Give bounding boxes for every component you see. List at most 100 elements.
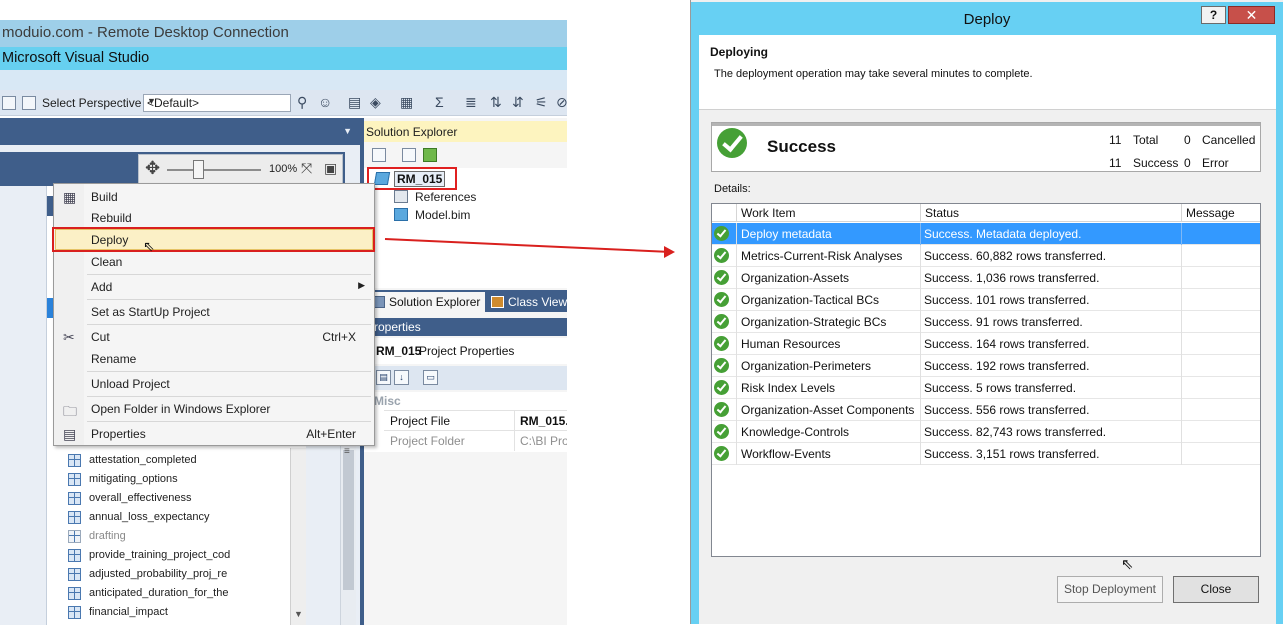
menu-item-add[interactable]: Add ▶	[55, 276, 373, 297]
menu-item-unload[interactable]: Unload Project	[55, 373, 373, 394]
list-item[interactable]: provide_training_project_cod	[65, 546, 290, 565]
sort-asc-icon[interactable]: ⇅	[490, 94, 502, 111]
table-row[interactable]: Organization-Tactical BCs Success. 101 ro…	[712, 289, 1260, 311]
status-cell: Success. 101 rows transferred.	[924, 293, 1090, 307]
scrollbar-thumb[interactable]	[343, 450, 354, 590]
zoom-track[interactable]	[167, 169, 261, 171]
tab-class-view[interactable]: Class View	[487, 292, 567, 312]
annotation-arrow	[384, 238, 675, 258]
scissors-icon: ✂	[63, 329, 75, 345]
dialog-header: Deploying The deployment operation may t…	[699, 35, 1276, 110]
properties-category: Misc	[374, 394, 401, 408]
perspective-select[interactable]: <Default> ▼	[143, 94, 291, 112]
fit-icon[interactable]: ⤧	[301, 160, 312, 177]
sum-icon[interactable]: Σ	[435, 94, 444, 110]
table-row[interactable]: Metrics-Current-Risk Analyses Success. 60…	[712, 245, 1260, 267]
vs-toolbar: Select Perspective <Default> ▼ ⚲ ☺ ▤ ◈ ▦…	[0, 90, 567, 116]
help-button[interactable]: ?	[1201, 6, 1226, 24]
status-cell: Success. 82,743 rows transferred.	[924, 425, 1107, 439]
alphabetical-icon[interactable]: ↓	[394, 370, 409, 385]
perspective-icon[interactable]	[22, 96, 36, 110]
table-row[interactable]: Knowledge-Controls Success. 82,743 rows t…	[712, 421, 1260, 443]
property-row[interactable]: Project File RM_015.	[384, 410, 567, 431]
status-label: Success	[767, 137, 836, 156]
more-icon[interactable]: ⊘	[556, 94, 567, 111]
table-row[interactable]: Deploy metadata Success. Metadata deploye…	[712, 223, 1260, 245]
calc-icon[interactable]: ▦	[400, 94, 413, 111]
designer-header: ▼	[0, 118, 360, 145]
list-item[interactable]: anticipated_duration_for_the	[65, 584, 290, 603]
list-item[interactable]: drafting	[65, 527, 290, 546]
menu-item-build[interactable]: ▦ Build	[55, 186, 373, 207]
menu-item-properties[interactable]: ▤ Properties Alt+Enter	[55, 423, 373, 444]
table-row[interactable]: Risk Index Levels Success. 5 rows transfe…	[712, 377, 1260, 399]
table-row[interactable]: Human Resources Success. 164 rows transfe…	[712, 333, 1260, 355]
zoom-level: 100%	[269, 163, 298, 175]
remote-desktop-titlebar: moduio.com - Remote Desktop Connection	[0, 20, 567, 47]
list-item[interactable]: adjusted_probability_proj_re	[65, 565, 290, 584]
error-label: Error	[1202, 156, 1229, 170]
list-item[interactable]: mitigating_options	[65, 470, 290, 489]
menu-item-rename[interactable]: Rename	[55, 348, 373, 369]
list-item[interactable]: overall_effectiveness	[65, 489, 290, 508]
deployment-summary: Success 11 Total 0 Cancelled 11 Success …	[711, 122, 1261, 172]
work-item-cell: Organization-Tactical BCs	[741, 293, 880, 307]
grip-icon: ≡	[344, 446, 350, 457]
chevron-down-icon[interactable]: ▼	[343, 126, 352, 136]
error-count: 0	[1184, 156, 1191, 170]
user-icon[interactable]: ☺	[318, 94, 332, 110]
table-row[interactable]: Organization-Assets Success. 1,036 rows t…	[712, 267, 1260, 289]
menu-item-cut[interactable]: ✂ Cut Ctrl+X	[55, 326, 373, 347]
status-cell: Success. 3,151 rows transferred.	[924, 447, 1100, 461]
solution-explorer-toolbar	[364, 143, 567, 168]
menu-item-set-startup[interactable]: Set as StartUp Project	[55, 301, 373, 322]
properties-icon: ▤	[63, 426, 77, 442]
deploy-dialog-titlebar: Deploy ? ✕	[691, 2, 1283, 35]
close-button[interactable]: Close	[1173, 576, 1259, 603]
close-icon[interactable]: ✕	[1228, 6, 1275, 24]
menu-item-open-folder[interactable]: 🗀 Open Folder in Windows Explorer	[55, 398, 373, 419]
sort-desc-icon[interactable]: ⇵	[512, 94, 524, 111]
table-row[interactable]: Workflow-Events Success. 3,151 rows trans…	[712, 443, 1260, 465]
column-header-status[interactable]: Status	[921, 204, 1182, 222]
chevron-down-icon[interactable]: ▼	[294, 609, 303, 619]
properties-object[interactable]: RM_015 Project Properties	[364, 338, 567, 364]
filter-icon[interactable]: ⚟	[535, 94, 548, 111]
move-icon[interactable]: ✥	[145, 158, 160, 179]
table-row[interactable]: Organization-Strategic BCs Success. 91 ro…	[712, 311, 1260, 333]
column-header-message[interactable]: Message	[1182, 204, 1260, 222]
sort-icon[interactable]: ≣	[465, 94, 477, 111]
column-list-scrollbar[interactable]: ▼	[290, 448, 306, 625]
zoom-slider[interactable]	[193, 160, 204, 179]
copy-icon[interactable]	[402, 148, 416, 162]
binoculars-icon[interactable]: ⚲	[297, 94, 307, 111]
success-check-icon	[714, 380, 729, 395]
minimap-icon[interactable]: ▣	[324, 160, 337, 177]
property-pages-icon[interactable]: ▭	[423, 370, 438, 385]
list-item[interactable]: attestation_completed	[65, 451, 290, 470]
menu-separator	[87, 274, 371, 275]
refresh-icon[interactable]	[423, 148, 437, 162]
tree-node-project[interactable]: RM_015	[367, 167, 457, 190]
property-row[interactable]: Project Folder C:\BI Pro	[384, 430, 567, 451]
stop-deployment-button[interactable]: Stop Deployment	[1057, 576, 1163, 603]
class-view-icon	[491, 296, 504, 308]
grid-icon[interactable]: ▤	[348, 94, 361, 111]
menu-item-rebuild[interactable]: Rebuild	[55, 207, 373, 228]
designer-scrollbar[interactable]: ≡	[340, 440, 356, 625]
list-item[interactable]: financial_impact	[65, 603, 290, 622]
categorized-icon[interactable]: ▤	[376, 370, 391, 385]
menu-item-clean[interactable]: Clean	[55, 251, 373, 272]
tab-solution-explorer[interactable]: Solution Explorer	[370, 292, 485, 312]
work-item-cell: Workflow-Events	[741, 447, 831, 461]
table-row[interactable]: Organization-Asset Components Success. 55…	[712, 399, 1260, 421]
column-header-work-item[interactable]: Work Item	[737, 204, 921, 222]
column-icon	[68, 530, 81, 543]
properties-icon[interactable]	[372, 148, 386, 162]
cube-icon[interactable]: ◈	[370, 94, 381, 111]
table-row[interactable]: Organization-Perimeters Success. 192 rows…	[712, 355, 1260, 377]
success-label: Success	[1133, 156, 1179, 170]
list-item[interactable]: annual_loss_expectancy	[65, 508, 290, 527]
column-icon	[68, 587, 81, 600]
toolbar-icon[interactable]	[2, 96, 16, 110]
